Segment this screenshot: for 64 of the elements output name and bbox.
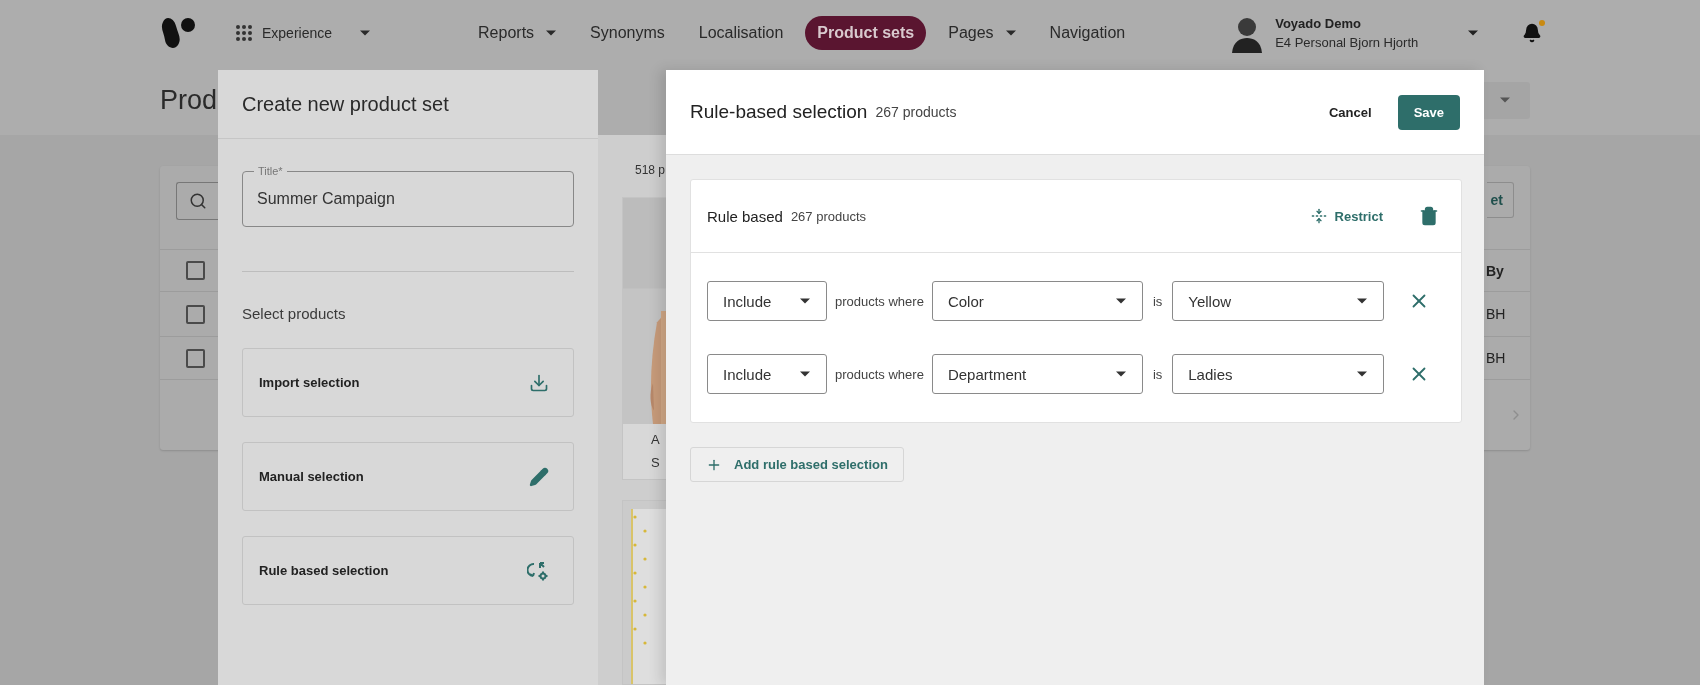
drawer-title: Create new product set — [242, 92, 449, 116]
account-name: E4 Personal Bjorn Hjorth — [1275, 34, 1419, 50]
group-title: Rule based — [707, 207, 783, 225]
connector-text: products where — [835, 366, 924, 382]
nav-tab[interactable]: Product sets — [805, 15, 927, 50]
selection-option[interactable]: Rule based selection — [242, 536, 574, 605]
caret-icon — [1500, 97, 1510, 103]
caret-icon — [1357, 371, 1368, 377]
trash-icon — [1419, 206, 1439, 226]
caret-icon — [1115, 371, 1126, 377]
column-header: By — [1486, 262, 1504, 279]
nav-tab[interactable]: Localisation — [686, 15, 796, 50]
nav-tab[interactable]: Synonyms — [578, 15, 677, 50]
connector-text: products where — [835, 293, 924, 309]
caret-icon — [800, 371, 810, 377]
caret-icon — [1115, 298, 1126, 304]
attribute-dropdown[interactable]: Color — [931, 281, 1143, 321]
search-icon — [189, 192, 207, 210]
caret-icon — [800, 298, 810, 304]
caret-icon — [1357, 298, 1368, 304]
table-cell: BH — [1486, 306, 1506, 322]
grid-icon — [236, 24, 252, 41]
sync-gear-icon — [527, 560, 549, 581]
product-count: 267 products — [875, 104, 957, 120]
product-card[interactable]: A S — [622, 197, 666, 481]
mode-dropdown[interactable]: Include — [707, 354, 827, 394]
operator-text: is — [1152, 366, 1163, 382]
section-label: Select products — [242, 305, 347, 322]
field-label: Title* — [254, 164, 287, 178]
panel-title: Rule-based selection — [690, 101, 868, 123]
product-name: A — [651, 432, 660, 447]
nav-tab[interactable]: Pages — [936, 15, 1028, 50]
caret-icon — [360, 29, 371, 36]
page-title: Prod — [160, 84, 218, 116]
pencil-icon — [529, 466, 549, 487]
value-dropdown[interactable]: Ladies — [1172, 354, 1385, 394]
download-icon — [529, 372, 549, 393]
table-cell: BH — [1486, 350, 1506, 366]
cancel-button[interactable]: Cancel — [1317, 96, 1384, 128]
checkbox[interactable] — [186, 348, 205, 368]
app-menu-button[interactable]: Experience — [232, 20, 375, 45]
restrict-icon — [1310, 208, 1327, 224]
operator-text: is — [1152, 293, 1163, 309]
selection-option[interactable]: Import selection — [242, 348, 574, 417]
add-rule-button[interactable]: Add rule based selection — [690, 447, 904, 482]
checkbox[interactable] — [186, 261, 205, 280]
logo-icon[interactable] — [160, 15, 196, 50]
mode-dropdown[interactable]: Include — [707, 281, 827, 321]
user-menu-caret-icon — [1468, 29, 1479, 36]
title-input[interactable]: Summer Campaign — [257, 190, 559, 208]
bell-icon[interactable] — [1522, 22, 1543, 43]
nav-tab[interactable]: Navigation — [1037, 15, 1138, 50]
attribute-dropdown[interactable]: Department — [931, 354, 1143, 394]
nav-tab[interactable]: Reports — [466, 15, 569, 50]
user-name: Voyado Demo — [1275, 15, 1362, 31]
product-count: 518 p — [635, 163, 666, 177]
value-dropdown[interactable]: Yellow — [1172, 281, 1385, 321]
restrict-button[interactable]: Restrict — [1304, 207, 1389, 225]
checkbox[interactable] — [186, 304, 205, 324]
filter-button[interactable]: et — [1486, 182, 1514, 218]
selection-option[interactable]: Manual selection — [242, 442, 574, 511]
save-button[interactable]: Save — [1397, 94, 1460, 130]
product-count: 267 products — [790, 208, 867, 224]
product-detail: S — [651, 455, 660, 470]
